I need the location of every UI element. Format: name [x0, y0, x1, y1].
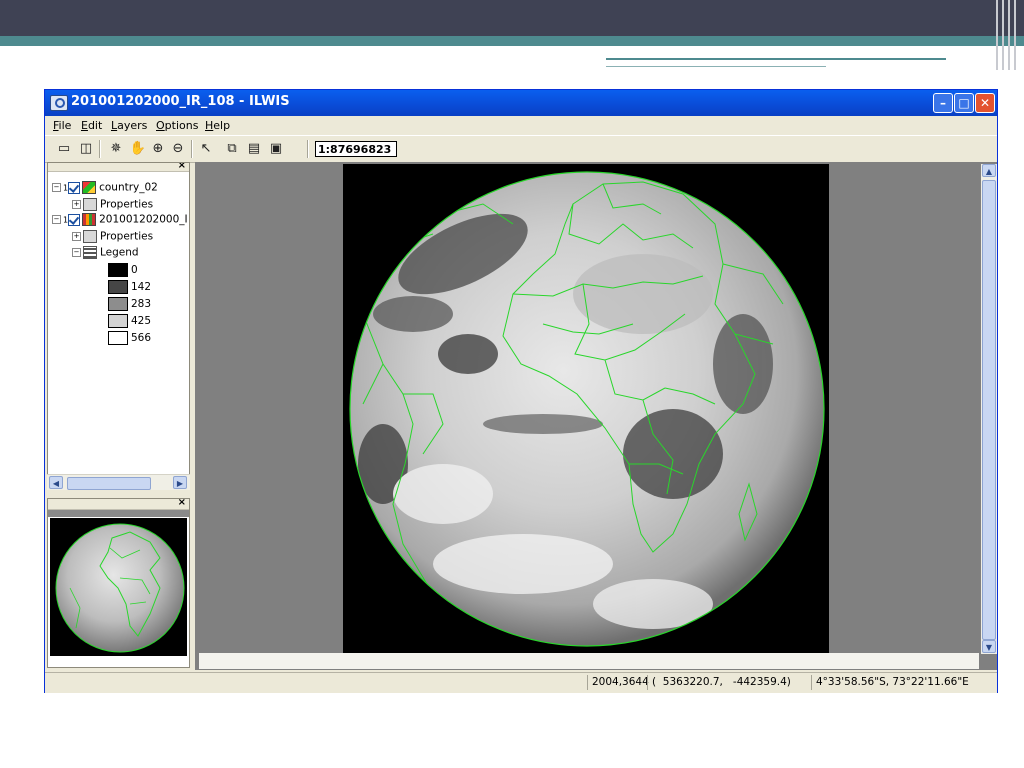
properties-icon — [83, 198, 97, 211]
menu-bar: File Edit Layers Options Help — [45, 116, 997, 134]
minimize-button[interactable]: – — [933, 93, 953, 113]
legend-swatch — [108, 263, 128, 277]
overview-pane: × — [47, 498, 190, 668]
expand-icon[interactable]: + — [72, 200, 81, 209]
print-icon[interactable]: ▤ — [245, 140, 263, 158]
zoom-in-icon[interactable]: ⊕ — [149, 140, 167, 158]
close-button[interactable]: ✕ — [975, 93, 995, 113]
menu-help[interactable]: Help — [205, 119, 230, 132]
save-icon[interactable]: ▣ — [267, 140, 285, 158]
slide-accent-line-thin — [606, 66, 826, 67]
slide-accent-line — [606, 58, 946, 60]
legend-value: 0 — [131, 264, 138, 276]
menu-layers[interactable]: Layers — [111, 119, 147, 132]
overview-map[interactable] — [50, 518, 187, 656]
legend-value: 142 — [131, 281, 152, 293]
scroll-right-button[interactable]: ▶ — [173, 476, 187, 489]
slide-corner-bars — [992, 0, 1024, 70]
layer-tree-pane: × −1 country_02 + Properties −1 20100120200… — [47, 162, 190, 490]
tree-item-legend[interactable]: − Legend — [72, 246, 139, 259]
raster-map-icon — [82, 213, 97, 226]
satellite-globe-image — [349, 171, 825, 647]
map-vertical-scrollbar[interactable]: ▲ ▼ — [981, 164, 997, 654]
normal-pointer-icon[interactable]: ✵ — [107, 140, 125, 158]
toolbar: ▭ ◫ ✵ ✋ ⊕ ⊖ ↖ ⧉ ▤ ▣ 1:87696823 — [45, 135, 997, 163]
display-icon[interactable]: ◫ — [77, 140, 95, 158]
legend-swatch — [108, 280, 128, 294]
slide-header-band — [0, 0, 1024, 36]
select-arrow-icon[interactable]: ↖ — [197, 140, 215, 158]
copy-icon[interactable]: ⧉ — [223, 140, 241, 158]
slide-accent-band — [0, 36, 1024, 46]
maximize-button[interactable]: □ — [954, 93, 974, 113]
legend-icon — [83, 246, 97, 259]
expand-icon[interactable]: + — [72, 232, 81, 241]
legend-swatch — [108, 314, 128, 328]
menu-edit[interactable]: Edit — [81, 119, 102, 132]
pan-hand-icon[interactable]: ✋ — [129, 140, 147, 158]
close-icon[interactable]: × — [178, 163, 186, 171]
legend-value: 566 — [131, 332, 152, 344]
polygon-map-icon — [82, 181, 97, 194]
status-xy: ( 5363220.7, -442359.4) — [647, 675, 791, 690]
close-icon[interactable]: × — [178, 499, 186, 508]
pane-grip[interactable]: × — [48, 499, 189, 510]
scroll-up-button[interactable]: ▲ — [982, 164, 996, 177]
map-horizontal-scrollbar[interactable] — [199, 653, 979, 669]
scroll-left-button[interactable]: ◀ — [49, 476, 63, 489]
tree-item-properties[interactable]: + Properties — [72, 230, 153, 243]
scroll-thumb[interactable] — [67, 477, 151, 490]
tree-item-country[interactable]: −1 country_02 — [52, 181, 158, 194]
menu-options[interactable]: Options — [156, 119, 198, 132]
status-rowcol: 2004,3644 — [587, 675, 649, 690]
map-view[interactable]: ▲ ▼ — [195, 162, 997, 670]
status-bar: 2004,3644 ( 5363220.7, -442359.4) 4°33'5… — [45, 672, 997, 693]
legend-value: 283 — [131, 298, 152, 310]
new-map-icon[interactable]: ▭ — [55, 140, 73, 158]
scroll-down-button[interactable]: ▼ — [982, 640, 996, 653]
ilwis-map-window: 201001202000_IR_108 - ILWIS – □ ✕ File E… — [44, 89, 998, 693]
layer-checkbox[interactable] — [68, 181, 81, 194]
scale-field[interactable]: 1:87696823 — [315, 141, 397, 157]
layer-tree-scrollbar[interactable]: ◀ ▶ — [47, 474, 190, 490]
menu-file[interactable]: File — [53, 119, 71, 132]
map-raster-area — [343, 164, 829, 654]
legend-swatch — [108, 331, 128, 345]
pane-grip[interactable]: × — [48, 163, 189, 172]
collapse-icon[interactable]: − — [72, 248, 81, 257]
properties-icon — [83, 230, 97, 243]
tree-item-raster[interactable]: −1 201001202000_I — [52, 213, 188, 226]
zoom-out-icon[interactable]: ⊖ — [169, 140, 187, 158]
collapse-icon[interactable]: − — [52, 183, 61, 192]
layer-checkbox[interactable] — [68, 213, 81, 226]
tree-item-properties[interactable]: + Properties — [72, 198, 153, 211]
legend-swatch — [108, 297, 128, 311]
title-bar[interactable]: 201001202000_IR_108 - ILWIS – □ ✕ — [45, 90, 997, 116]
scroll-thumb[interactable] — [982, 180, 996, 640]
legend-value: 425 — [131, 315, 152, 327]
status-latlon: 4°33'58.56"S, 73°22'11.66"E — [811, 675, 969, 690]
collapse-icon[interactable]: − — [52, 215, 61, 224]
window-title: 201001202000_IR_108 - ILWIS — [71, 94, 290, 109]
overview-globe — [55, 523, 185, 653]
app-icon[interactable] — [50, 95, 68, 111]
